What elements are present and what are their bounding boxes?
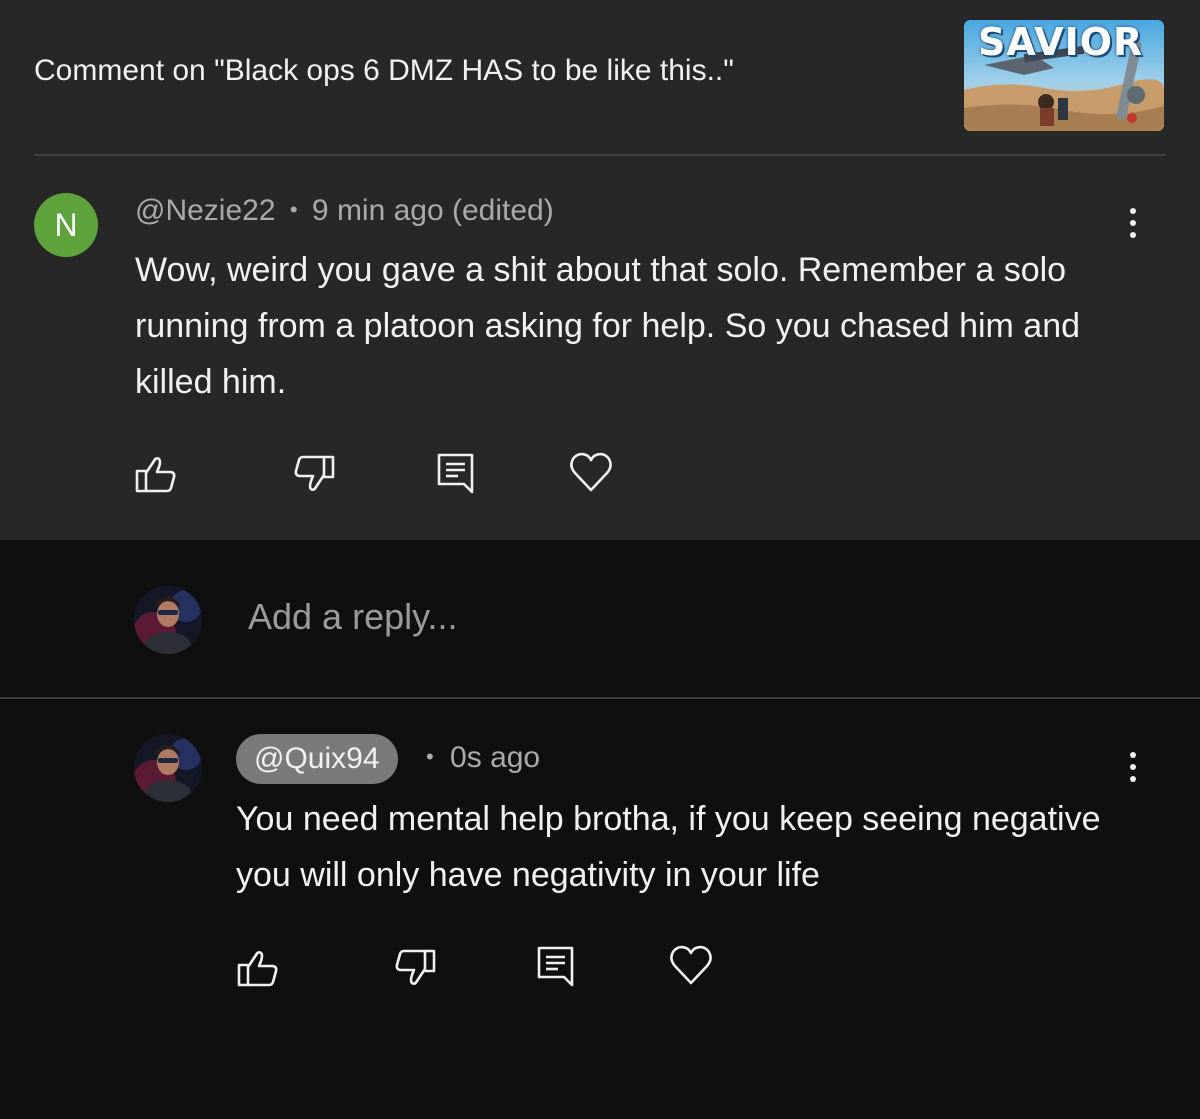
heart-icon	[670, 945, 712, 985]
reply-timestamp: 0s ago	[450, 741, 541, 774]
reply-button[interactable]	[434, 450, 478, 494]
reply-meta: • 0s ago	[426, 741, 540, 775]
reply-divider	[0, 697, 1200, 699]
comment-meta: @Nezie22 • 9 min ago (edited)	[135, 194, 554, 228]
user-avatar[interactable]	[134, 586, 202, 654]
reply-text: You need mental help brotha, if you keep…	[236, 800, 1101, 894]
thumbs-up-icon	[135, 457, 176, 493]
reply-more-options-icon[interactable]	[1118, 747, 1148, 787]
dislike-button[interactable]	[292, 452, 336, 496]
thumbnail-title: SAVIOR	[978, 20, 1144, 64]
thumbs-up-icon	[237, 951, 278, 987]
reply-dislike-button[interactable]	[393, 946, 437, 990]
reply-reply-button[interactable]	[534, 943, 578, 987]
avatar[interactable]: N	[34, 193, 98, 257]
like-button[interactable]	[134, 452, 178, 496]
comment-text: Wow, weird you gave a shit about that so…	[135, 251, 1081, 401]
comment-panel: Comment on "Black ops 6 DMZ HAS to be li…	[0, 0, 1200, 540]
comment-author-handle[interactable]: @Nezie22	[135, 194, 276, 227]
reply-heart-button[interactable]	[669, 943, 713, 987]
comment-more-options-icon[interactable]	[1118, 203, 1148, 243]
meta-separator: •	[289, 197, 298, 222]
reply-like-button[interactable]	[236, 946, 280, 990]
thumbs-down-icon	[294, 455, 335, 491]
reply-icon	[437, 453, 474, 494]
comment-on-title: Comment on "Black ops 6 DMZ HAS to be li…	[34, 54, 734, 87]
comment-timestamp: 9 min ago (edited)	[311, 194, 554, 227]
heart-icon	[570, 452, 612, 492]
soldier-avatar-icon	[134, 734, 202, 802]
reply-author-avatar[interactable]	[134, 734, 202, 802]
header-divider	[34, 154, 1166, 156]
thumbs-down-icon	[395, 949, 436, 985]
heart-button[interactable]	[569, 450, 613, 494]
meta-separator: •	[426, 744, 434, 769]
reply-icon	[537, 946, 574, 987]
add-reply-input[interactable]: Add a reply...	[248, 596, 457, 638]
reply-author-handle[interactable]: @Quix94	[236, 734, 398, 784]
soldier-avatar-icon	[134, 586, 202, 654]
video-thumbnail[interactable]: SAVIOR	[964, 20, 1164, 131]
